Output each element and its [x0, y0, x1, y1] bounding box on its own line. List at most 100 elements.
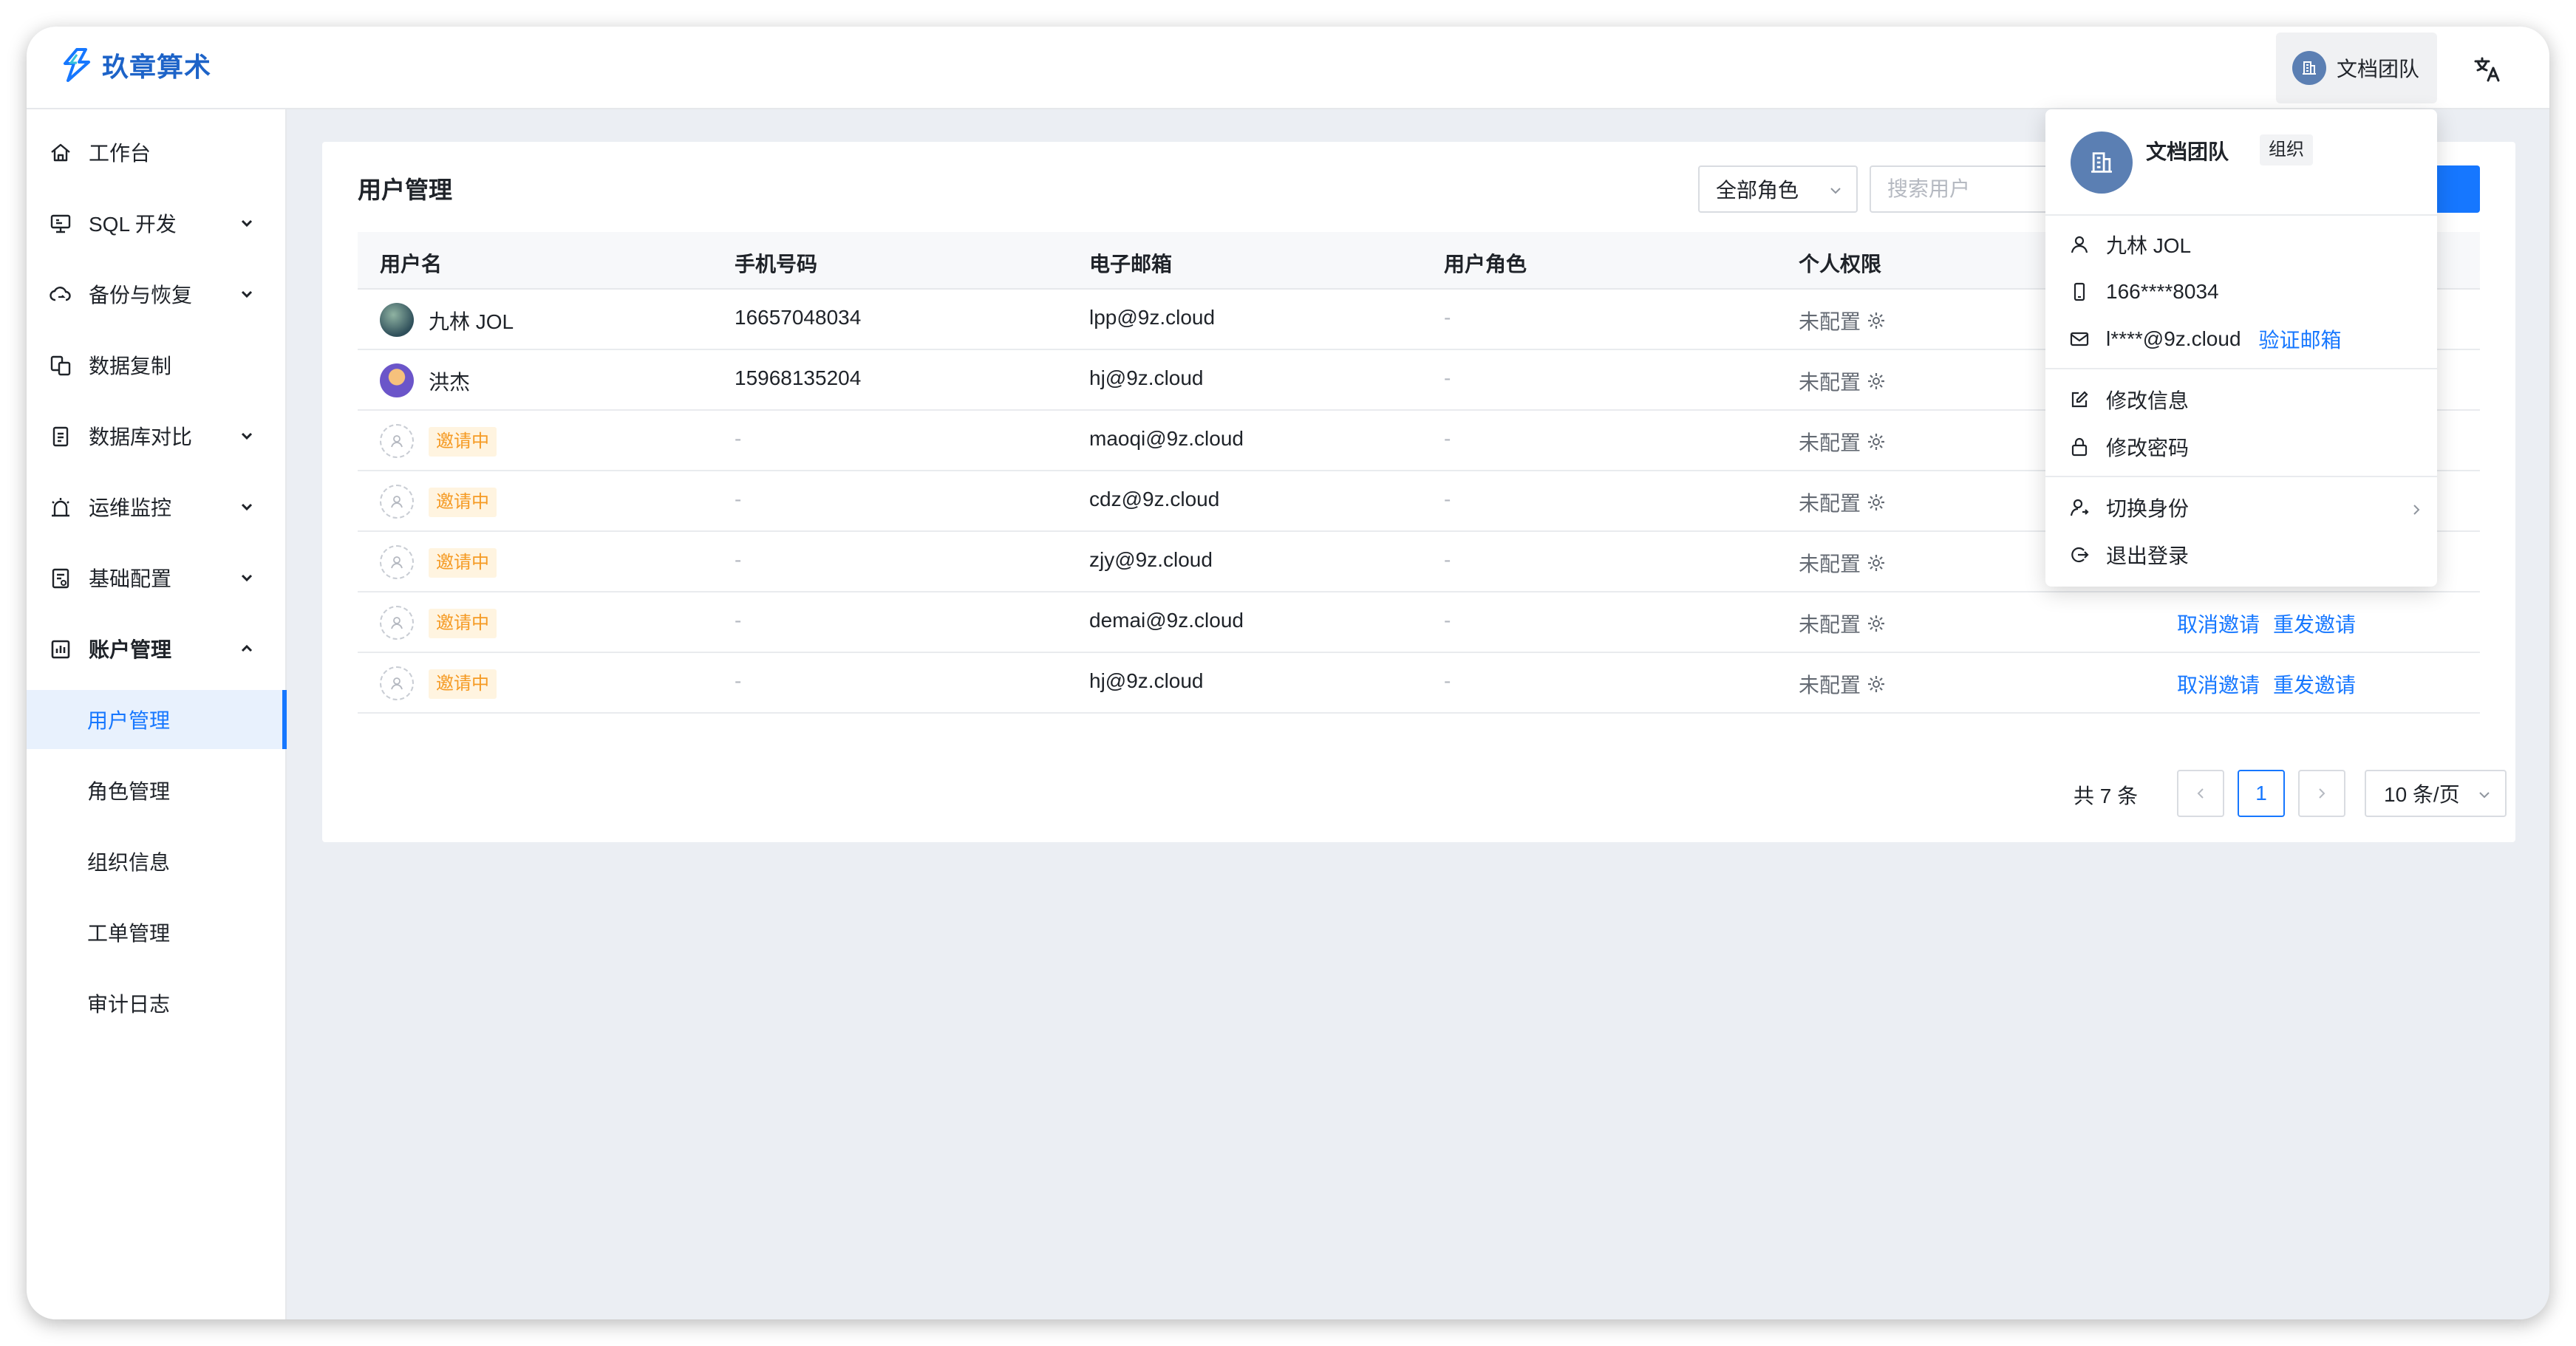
permission-cell[interactable]: 未配置: [1799, 488, 1886, 517]
sidebar-item-account-mgmt[interactable]: 账户管理: [27, 619, 287, 678]
status-badge: 邀请中: [429, 427, 497, 457]
sidebar-item-label: 审计日志: [87, 993, 171, 1016]
permission-value: 未配置: [1799, 613, 1861, 636]
sidebar-item-label: SQL 开发: [89, 213, 177, 236]
prev-page-button[interactable]: [2177, 770, 2224, 817]
logout-item[interactable]: 退出登录: [2068, 536, 2189, 573]
config-icon: [52, 568, 69, 589]
email-cell: demai@9z.cloud: [1089, 609, 1244, 632]
table-row[interactable]: 邀请中 - demai@9z.cloud - 未配置 取消邀请 重发邀请: [358, 592, 2480, 653]
role-filter-select[interactable]: 全部角色: [1698, 165, 1858, 213]
chevron-down-icon: [241, 219, 253, 228]
phone-cell: -: [735, 427, 742, 450]
user-icon: [391, 556, 403, 569]
logout-label: 退出登录: [2106, 544, 2190, 567]
pagination: 共 7 条 1 10 条/页: [322, 770, 2515, 817]
sidebar-item-label: 基础配置: [89, 567, 172, 590]
chevron-down-icon: [241, 432, 253, 440]
logo-icon: [64, 48, 90, 82]
permission-cell[interactable]: 未配置: [1799, 366, 1886, 396]
phone-cell: 15968135204: [735, 366, 862, 389]
sidebar-item-backup[interactable]: 备份与恢复: [27, 264, 287, 324]
edit-icon: [2068, 388, 2091, 411]
email-cell: zjy@9z.cloud: [1089, 548, 1213, 571]
status-badge: 邀请中: [429, 548, 497, 578]
permission-cell[interactable]: 未配置: [1799, 609, 1886, 638]
permission-value: 未配置: [1799, 431, 1861, 454]
cancel-invite-link[interactable]: 取消邀请: [2177, 609, 2260, 638]
avatar-placeholder: [380, 485, 414, 519]
column-header: 用户名: [380, 253, 443, 276]
row-actions: 取消邀请 重发邀请: [2177, 669, 2356, 699]
change-password-item[interactable]: 修改密码: [2068, 428, 2189, 465]
resend-invite-link[interactable]: 重发邀请: [2273, 669, 2356, 699]
translate-icon[interactable]: [2467, 49, 2508, 90]
phone-icon: [2068, 280, 2091, 304]
gear-icon: [1868, 555, 1885, 571]
page-button[interactable]: 1: [2238, 770, 2285, 817]
org-avatar: [2071, 131, 2133, 194]
home-icon: [51, 143, 70, 162]
sidebar-item-base-config[interactable]: 基础配置: [27, 548, 287, 607]
permission-cell[interactable]: 未配置: [1799, 669, 1886, 699]
gear-icon: [1868, 312, 1885, 329]
popup-user: 九林 JOL: [2068, 226, 2191, 263]
brand[interactable]: 玖章算术: [61, 46, 211, 84]
column-header: 用户角色: [1444, 253, 1527, 276]
table-row[interactable]: 邀请中 - hj@9z.cloud - 未配置 取消邀请 重发邀请: [358, 653, 2480, 714]
gear-icon: [1868, 373, 1885, 389]
gear-icon: [1868, 676, 1885, 692]
permission-value: 未配置: [1799, 371, 1861, 394]
sidebar-item-label: 角色管理: [87, 780, 171, 803]
avatar-placeholder: [380, 666, 414, 700]
edit-info-item[interactable]: 修改信息: [2068, 381, 2189, 418]
status-badge: 邀请中: [429, 488, 497, 517]
switch-identity-item[interactable]: 切换身份: [2068, 489, 2189, 526]
change-password-label: 修改密码: [2106, 437, 2190, 460]
role-filter-value: 全部角色: [1716, 179, 1799, 202]
copy-data-icon: [50, 355, 71, 376]
chevron-down-icon: [241, 503, 253, 511]
permission-value: 未配置: [1799, 553, 1861, 575]
lock-icon: [2068, 435, 2091, 459]
gear-icon: [1868, 434, 1885, 450]
sidebar-item-ops-monitor[interactable]: 运维监控: [27, 477, 287, 536]
sidebar-item-workbench[interactable]: 工作台: [27, 123, 287, 182]
sidebar-item-user-mgmt[interactable]: 用户管理: [27, 690, 287, 749]
account-switcher[interactable]: 文档团队: [2276, 33, 2437, 103]
chevron-down-icon: [241, 574, 253, 582]
resend-invite-link[interactable]: 重发邀请: [2273, 609, 2356, 638]
sidebar-item-org-info[interactable]: 组织信息: [27, 832, 287, 891]
sidebar-item-db-compare[interactable]: 数据库对比: [27, 406, 287, 465]
verify-email-link[interactable]: 验证邮箱: [2259, 324, 2342, 354]
sidebar-item-audit-log[interactable]: 审计日志: [27, 974, 287, 1033]
phone-cell: 16657048034: [735, 306, 862, 329]
sidebar-item-label: 数据复制: [89, 355, 172, 378]
divider: [2045, 476, 2437, 477]
role-cell: -: [1444, 366, 1451, 389]
divider: [2045, 214, 2437, 216]
next-page-button[interactable]: [2298, 770, 2345, 817]
cancel-invite-link[interactable]: 取消邀请: [2177, 669, 2260, 699]
sidebar-item-role-mgmt[interactable]: 角色管理: [27, 761, 287, 820]
user-icon: [391, 677, 403, 690]
chevron-down-icon: [241, 290, 253, 298]
brand-name: 玖章算术: [102, 52, 212, 82]
sidebar-item-sql-dev[interactable]: SQL 开发: [27, 194, 287, 253]
permission-cell[interactable]: 未配置: [1799, 427, 1886, 457]
email-cell: cdz@9z.cloud: [1089, 488, 1220, 510]
column-header: 个人权限: [1799, 253, 1882, 276]
avatar: [380, 303, 414, 337]
permission-cell[interactable]: 未配置: [1799, 548, 1886, 578]
email-cell: maoqi@9z.cloud: [1089, 427, 1244, 450]
avatar: [380, 363, 414, 397]
chevron-left-icon: [2197, 788, 2204, 799]
permission-value: 未配置: [1799, 310, 1861, 333]
avatar-placeholder: [380, 424, 414, 458]
sidebar-item-replication[interactable]: 数据复制: [27, 335, 287, 394]
page-size-select[interactable]: 10 条/页: [2365, 770, 2507, 817]
page-size-value: 10 条/页: [2384, 783, 2460, 806]
permission-cell[interactable]: 未配置: [1799, 306, 1886, 335]
sidebar-item-ticket-mgmt[interactable]: 工单管理: [27, 903, 287, 962]
role-cell: -: [1444, 488, 1451, 510]
